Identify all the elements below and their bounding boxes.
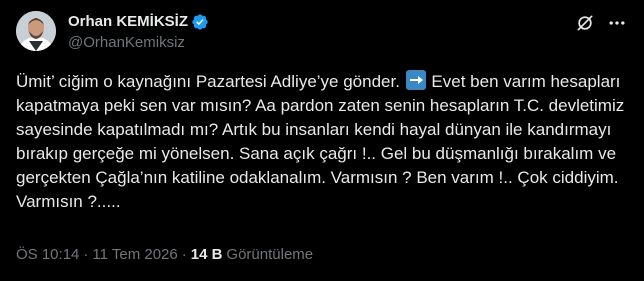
name-row: Orhan KEMİKSİZ	[68, 12, 209, 32]
tweet-date[interactable]: 11 Tem 2026	[92, 245, 177, 265]
avatar[interactable]	[16, 11, 56, 51]
verified-badge-icon	[191, 13, 209, 31]
grok-icon	[577, 15, 593, 31]
tweet-text-part1: Ümit’ ciğim o kaynağını Pazartesi Adliye…	[16, 72, 400, 91]
tweet-header: Orhan KEMİKSİZ @OrhanKemiksiz	[68, 12, 209, 53]
display-name[interactable]: Orhan KEMİKSİZ	[68, 12, 188, 32]
user-handle[interactable]: @OrhanKemiksiz	[68, 33, 209, 53]
tweet-time[interactable]: ÖS 10:14	[16, 245, 79, 265]
more-icon	[609, 21, 625, 25]
meta-separator-2: ·	[181, 246, 187, 263]
avatar-photo	[16, 11, 56, 51]
tweet-text: Ümit’ ciğim o kaynağını Pazartesi Adliye…	[16, 70, 628, 214]
views-count: 14 B	[190, 246, 223, 263]
views-label: Görüntüleme	[226, 246, 314, 263]
right-arrow-emoji	[405, 70, 426, 90]
tweet-card: Orhan KEMİKSİZ @OrhanKemiksiz Ümit’ ciği…	[0, 0, 644, 281]
meta-separator: ·	[83, 246, 89, 263]
grok-button[interactable]	[573, 11, 597, 35]
more-button[interactable]	[605, 11, 629, 35]
tweet-meta: ÖS 10:14 · 11 Tem 2026 · 14 B Görüntülem…	[16, 245, 313, 265]
tweet-text-part2: Evet ben varım hesapları kapatmaya peki …	[16, 72, 625, 211]
